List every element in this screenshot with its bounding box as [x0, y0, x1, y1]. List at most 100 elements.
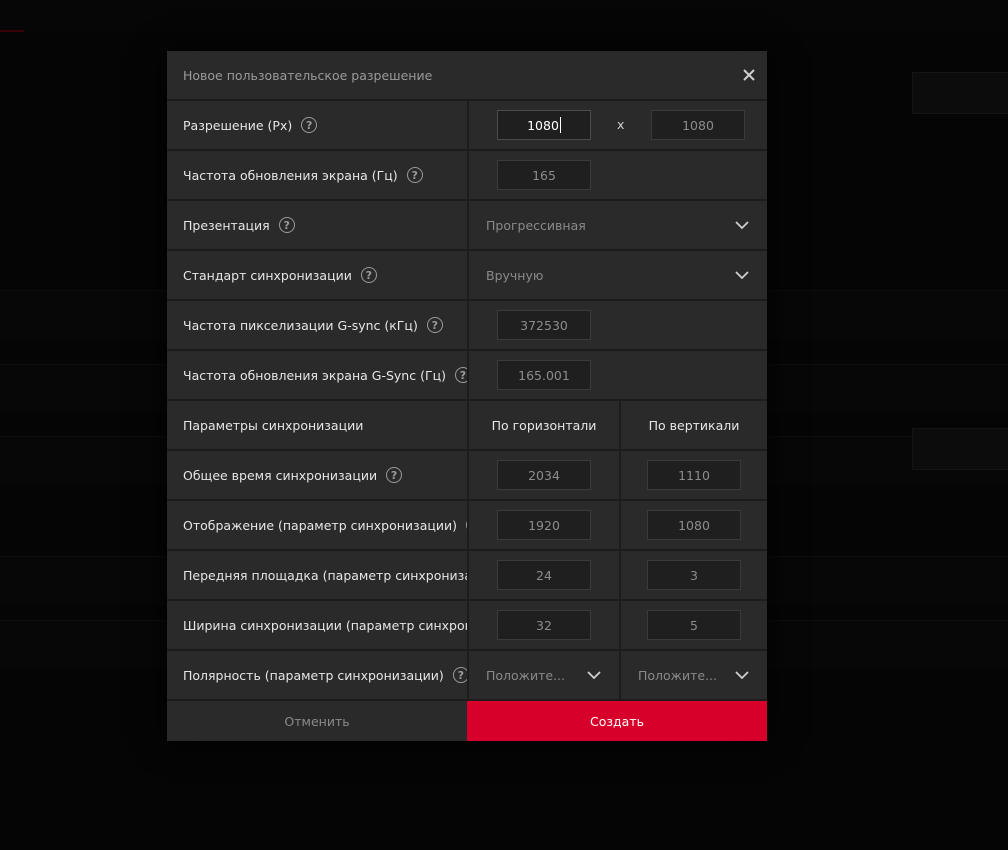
display-v-input[interactable]: 1080 — [647, 510, 741, 540]
total-timing-v-input[interactable]: 1110 — [647, 460, 741, 490]
front-porch-label: Передняя площадка (параметр синхронизаци… — [183, 567, 467, 583]
row-sync-standard: Стандарт синхронизации ? Вручную — [167, 251, 767, 299]
sync-width-v-input[interactable]: 5 — [647, 610, 741, 640]
chevron-down-icon — [735, 671, 749, 680]
total-timing-label: Общее время синхронизации — [183, 467, 378, 483]
background-button — [912, 428, 1008, 470]
row-sync-width: Ширина синхронизации (параметр синхрониз… — [167, 601, 767, 649]
gsync-refresh-value-cell: 165.001 — [469, 351, 767, 399]
row-refresh-rate: Частота обновления экрана (Гц) ? 165 — [167, 151, 767, 199]
chevron-down-icon — [735, 271, 749, 280]
row-label-cell: Полярность (параметр синхронизации) ? — [167, 651, 467, 699]
resolution-width-input[interactable]: 1080 — [497, 110, 591, 140]
row-label-cell: Ширина синхронизации (параметр синхрониз… — [167, 601, 467, 649]
vertical-header-label: По вертикали — [648, 417, 740, 433]
display-h-input[interactable]: 1920 — [497, 510, 591, 540]
sync-standard-dropdown[interactable]: Вручную — [469, 251, 767, 299]
total-timing-v-cell: 1110 — [621, 451, 767, 499]
row-label-cell: Общее время синхронизации ? — [167, 451, 467, 499]
help-icon[interactable]: ? — [452, 667, 467, 683]
presentation-label: Презентация — [183, 217, 270, 233]
sync-standard-selected: Вручную — [486, 267, 544, 283]
gsync-pixel-clock-input[interactable]: 372530 — [497, 310, 591, 340]
help-icon[interactable]: ? — [278, 217, 295, 233]
help-icon[interactable]: ? — [465, 517, 467, 533]
background-tab-accent — [0, 30, 24, 32]
row-timing-params: Параметры синхронизации По горизонтали П… — [167, 401, 767, 449]
resolution-values: 1080 x 1080 — [469, 101, 767, 149]
dialog-title: Новое пользовательское разрешение — [183, 67, 433, 83]
help-icon[interactable]: ? — [360, 267, 377, 283]
dialog-footer: Отменить Создать — [167, 701, 767, 741]
polarity-label: Полярность (параметр синхронизации) — [183, 667, 444, 683]
refresh-rate-value-cell: 165 — [469, 151, 767, 199]
row-label-cell: Частота пикселизации G-sync (кГц) ? — [167, 301, 467, 349]
dialog-header: Новое пользовательское разрешение — [167, 51, 767, 101]
row-gsync-refresh: Частота обновления экрана G-Sync (Гц) ? … — [167, 351, 767, 399]
gsync-pixel-clock-label: Частота пикселизации G-sync (кГц) — [183, 317, 418, 333]
row-label-cell: Частота обновления экрана G-Sync (Гц) ? — [167, 351, 467, 399]
row-label-cell: Стандарт синхронизации ? — [167, 251, 467, 299]
presentation-selected: Прогрессивная — [486, 217, 586, 233]
polarity-h-selected: Положите... — [486, 667, 565, 683]
resolution-separator: x — [617, 117, 625, 132]
display-h-cell: 1920 — [469, 501, 619, 549]
refresh-rate-label: Частота обновления экрана (Гц) — [183, 167, 398, 183]
custom-resolution-dialog: Новое пользовательское разрешение Разреш… — [167, 51, 767, 741]
create-button[interactable]: Создать — [467, 701, 767, 741]
display-v-cell: 1080 — [621, 501, 767, 549]
column-horizontal-header: По горизонтали — [469, 401, 619, 449]
row-gsync-pixel-clock: Частота пикселизации G-sync (кГц) ? 3725… — [167, 301, 767, 349]
help-icon[interactable]: ? — [386, 467, 403, 483]
cancel-button[interactable]: Отменить — [167, 701, 467, 741]
row-resolution: Разрешение (Px) ? 1080 x 1080 — [167, 101, 767, 149]
row-label-cell: Частота обновления экрана (Гц) ? — [167, 151, 467, 199]
gsync-pixel-clock-value-cell: 372530 — [469, 301, 767, 349]
sync-width-label: Ширина синхронизации (параметр синхрониз… — [183, 617, 467, 633]
front-porch-h-cell: 24 — [469, 551, 619, 599]
sync-width-h-cell: 32 — [469, 601, 619, 649]
polarity-v-dropdown[interactable]: Положите... — [621, 651, 767, 699]
row-display: Отображение (параметр синхронизации) ? 1… — [167, 501, 767, 549]
total-timing-h-cell: 2034 — [469, 451, 619, 499]
close-icon — [743, 69, 755, 81]
polarity-v-selected: Положите... — [638, 667, 717, 683]
chevron-down-icon — [735, 221, 749, 230]
timing-params-label: Параметры синхронизации — [183, 417, 364, 433]
gsync-refresh-label: Частота обновления экрана G-Sync (Гц) — [183, 367, 446, 383]
display-label: Отображение (параметр синхронизации) — [183, 517, 457, 533]
sync-width-v-cell: 5 — [621, 601, 767, 649]
help-icon[interactable]: ? — [426, 317, 443, 333]
resolution-width-value: 1080 — [527, 117, 559, 133]
help-icon[interactable]: ? — [301, 117, 318, 133]
row-label-cell: Презентация ? — [167, 201, 467, 249]
row-label-cell: Разрешение (Px) ? — [167, 101, 467, 149]
front-porch-v-cell: 3 — [621, 551, 767, 599]
help-icon[interactable]: ? — [406, 167, 423, 183]
presentation-dropdown[interactable]: Прогрессивная — [469, 201, 767, 249]
background-topbar — [0, 0, 1008, 32]
row-presentation: Презентация ? Прогрессивная — [167, 201, 767, 249]
help-icon[interactable]: ? — [454, 367, 467, 383]
row-label-cell: Передняя площадка (параметр синхронизаци… — [167, 551, 467, 599]
row-total-timing: Общее время синхронизации ? 2034 1110 — [167, 451, 767, 499]
sync-width-h-input[interactable]: 32 — [497, 610, 591, 640]
front-porch-h-input[interactable]: 24 — [497, 560, 591, 590]
sync-standard-label: Стандарт синхронизации — [183, 267, 352, 283]
polarity-h-dropdown[interactable]: Положите... — [469, 651, 619, 699]
close-button[interactable] — [739, 65, 759, 85]
refresh-rate-input[interactable]: 165 — [497, 160, 591, 190]
column-vertical-header: По вертикали — [621, 401, 767, 449]
chevron-down-icon — [587, 671, 601, 680]
row-label-cell: Параметры синхронизации — [167, 401, 467, 449]
row-front-porch: Передняя площадка (параметр синхронизаци… — [167, 551, 767, 599]
row-polarity: Полярность (параметр синхронизации) ? По… — [167, 651, 767, 699]
row-label-cell: Отображение (параметр синхронизации) ? — [167, 501, 467, 549]
gsync-refresh-input[interactable]: 165.001 — [497, 360, 591, 390]
resolution-height-input[interactable]: 1080 — [651, 110, 745, 140]
text-caret — [559, 117, 561, 133]
front-porch-v-input[interactable]: 3 — [647, 560, 741, 590]
resolution-label: Разрешение (Px) — [183, 117, 293, 133]
total-timing-h-input[interactable]: 2034 — [497, 460, 591, 490]
background-button — [912, 72, 1008, 114]
